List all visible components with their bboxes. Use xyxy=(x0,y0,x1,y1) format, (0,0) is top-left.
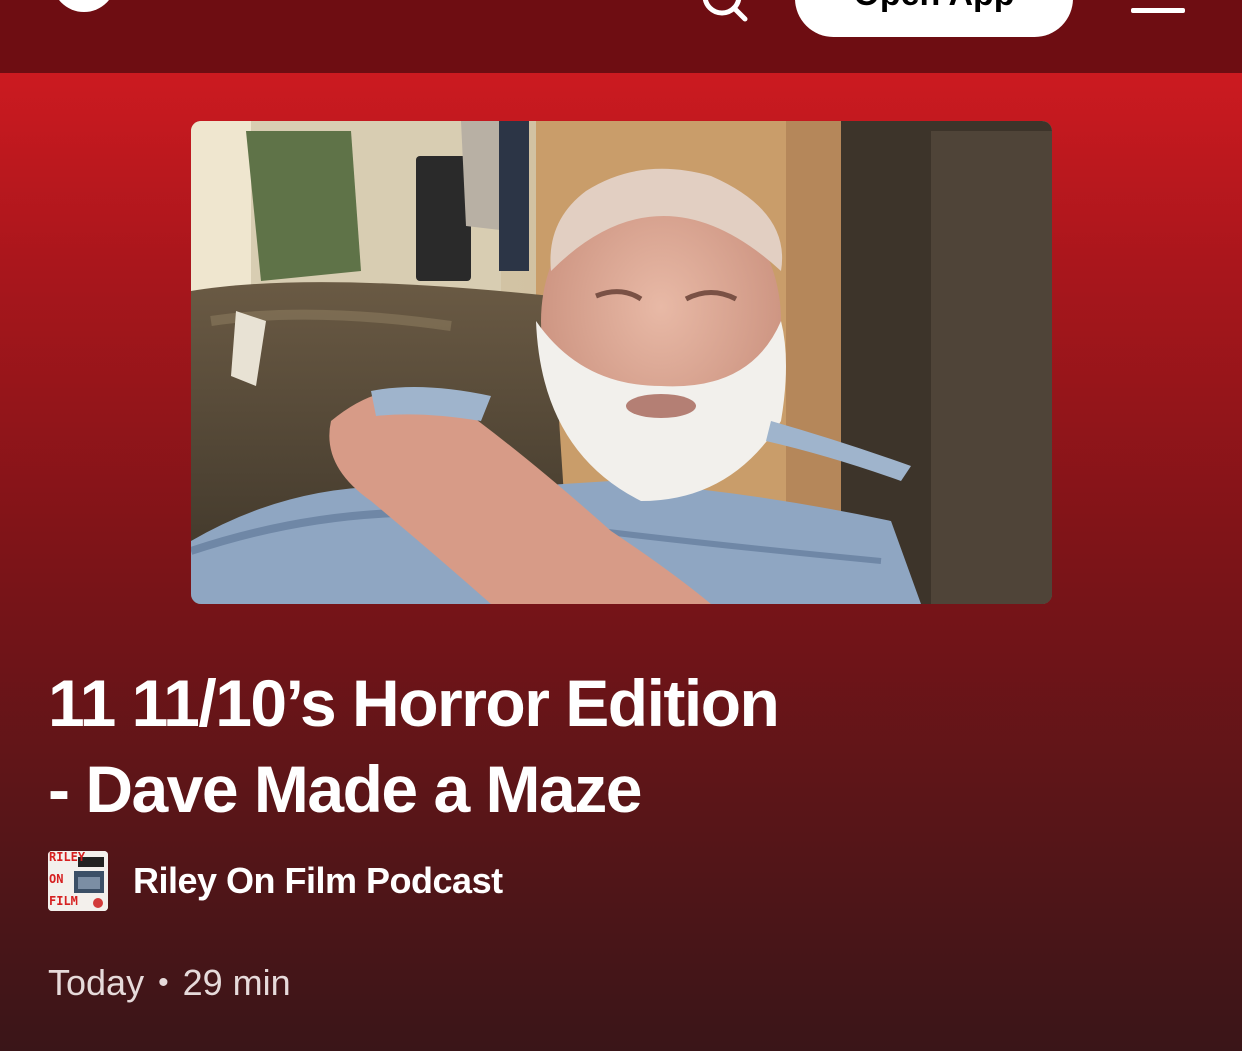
episode-title-line-1: 11 11/10’s Horror Edition xyxy=(48,666,780,740)
episode-date: Today xyxy=(48,962,145,1003)
show-name-link[interactable]: Riley On Film Podcast xyxy=(133,860,503,902)
show-link-row[interactable]: RILEY ON FILM Riley On Film Podcast xyxy=(48,851,503,911)
spotify-logo-icon[interactable] xyxy=(52,0,116,12)
show-art-line-3: FILM xyxy=(49,894,78,908)
meta-separator: • xyxy=(158,966,169,999)
top-navigation-bar: Open App xyxy=(0,0,1242,73)
hamburger-menu-icon[interactable] xyxy=(1131,0,1185,14)
show-art-line-2: ON xyxy=(49,872,64,886)
show-art-line-1: RILEY xyxy=(49,851,86,864)
episode-cover-photo xyxy=(191,121,1052,604)
episode-duration: 29 min xyxy=(182,962,291,1003)
episode-title: 11 11/10’s Horror Edition - Dave Made a … xyxy=(48,660,948,832)
episode-title-line-2: - Dave Made a Maze xyxy=(48,752,642,826)
open-app-button[interactable]: Open App xyxy=(795,0,1073,37)
show-artwork[interactable]: RILEY ON FILM xyxy=(48,851,108,911)
search-icon[interactable] xyxy=(700,0,748,22)
episode-metadata: Today • 29 min xyxy=(48,962,291,1004)
